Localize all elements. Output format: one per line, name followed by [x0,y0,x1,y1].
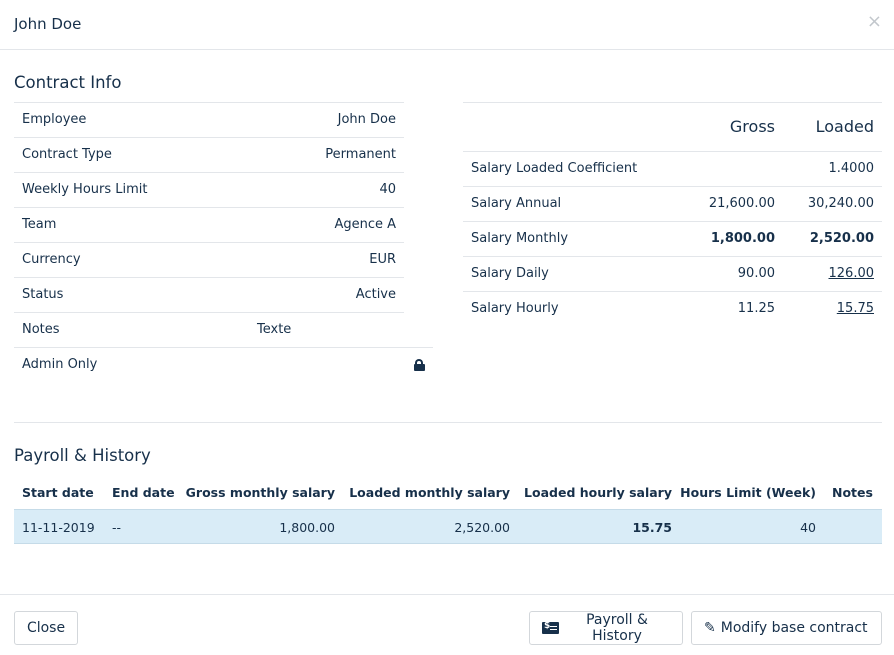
column-header-gross: Gross [729,117,775,136]
salary-row-annual: Salary Annual 21,600.00 30,240.00 [463,187,882,222]
cell-loaded-hourly: 15.75 [632,520,672,535]
info-row-admin-only: Admin Only [14,347,433,382]
info-row-status: Status Active [14,277,404,312]
unlocked-lock-icon[interactable] [414,359,425,371]
salary-table-header: Gross Loaded [463,103,882,152]
info-label: Employee [22,112,87,127]
info-row-weekly-hours: Weekly Hours Limit 40 [14,172,404,207]
salary-label: Salary Hourly [471,301,559,316]
cell-start-date: 11-11-2019 [22,520,95,535]
salary-gross: 21,600.00 [708,196,775,211]
payroll-history-button-label: Payroll & History [586,612,648,644]
table-row[interactable]: 11-11-2019 -- 1,800.00 2,520.00 15.75 40 [14,509,882,544]
salary-row-coefficient: Salary Loaded Coefficient 1.4000 [463,152,882,187]
salary-gross: 1,800.00 [710,231,775,246]
pencil-icon: ✎ [704,620,716,636]
salary-gross: 90.00 [737,266,775,281]
column-header-hours-limit: Hours Limit (Week) [680,485,816,500]
modify-base-contract-button-label: Modify base contract [720,620,868,636]
contract-info-table: Employee John Doe Contract Type Permanen… [14,102,433,382]
salary-row-hourly: Salary Hourly 11.25 15.75 [463,292,882,327]
info-label: Notes [22,322,60,337]
info-label: Currency [22,252,81,267]
modal-footer: Close Payroll & History ✎ Modify base co… [0,594,894,655]
close-button-label: Close [26,620,66,636]
salary-gross: 11.25 [737,301,775,316]
info-value: Agence A [334,217,396,232]
payroll-table: Start date End date Gross monthly salary… [14,476,882,544]
salary-loaded: 2,520.00 [809,231,874,246]
column-header-start-date: Start date [22,485,94,500]
info-value: Permanent [325,147,396,162]
salary-label: Salary Loaded Coefficient [471,161,638,176]
salary-row-daily: Salary Daily 90.00 126.00 [463,257,882,292]
column-header-loaded-hourly: Loaded hourly salary [524,485,672,500]
salary-loaded-link[interactable]: 15.75 [837,301,874,316]
info-row-notes: Notes Texte [14,312,404,347]
section-divider [14,422,882,423]
modify-base-contract-button[interactable]: ✎ Modify base contract [691,611,882,645]
payroll-history-button[interactable]: Payroll & History [529,611,683,645]
info-value: EUR [369,252,396,267]
info-value: 40 [379,182,396,197]
column-header-notes: Notes [832,485,873,500]
info-row-contract-type: Contract Type Permanent [14,137,404,172]
salary-table: Gross Loaded Salary Loaded Coefficient 1… [463,102,882,327]
modal-header: John Doe × [0,0,894,50]
modal-title: John Doe [14,15,82,33]
salary-loaded-link[interactable]: 126.00 [829,266,875,281]
salary-row-monthly: Salary Monthly 1,800.00 2,520.00 [463,222,882,257]
close-button[interactable]: Close [14,611,78,645]
payroll-history-title: Payroll & History [14,446,151,465]
info-value: Texte [257,322,292,337]
column-header-end-date: End date [112,485,175,500]
cell-gross-monthly: 1,800.00 [279,520,335,535]
salary-label: Salary Monthly [471,231,569,246]
column-header-loaded: Loaded [815,117,874,136]
info-label: Status [22,287,64,302]
info-value: Active [355,287,396,302]
salary-loaded: 30,240.00 [807,196,874,211]
info-label: Team [22,217,57,232]
cell-hours-limit: 40 [800,520,816,535]
info-row-currency: Currency EUR [14,242,404,277]
close-icon[interactable]: × [867,13,882,31]
column-header-loaded-monthly: Loaded monthly salary [349,485,510,500]
cell-end-date: -- [112,520,122,535]
salary-loaded: 1.4000 [828,161,875,176]
contract-info-title: Contract Info [14,73,122,92]
salary-label: Salary Annual [471,196,562,211]
cell-loaded-monthly: 2,520.00 [454,520,510,535]
info-value: John Doe [337,112,396,127]
info-row-team: Team Agence A [14,207,404,242]
payroll-table-header: Start date End date Gross monthly salary… [14,476,882,509]
info-label: Contract Type [22,147,112,162]
info-row-employee: Employee John Doe [14,102,404,137]
info-label: Admin Only [22,357,98,372]
money-bill-icon [542,621,559,634]
column-header-gross-monthly: Gross monthly salary [185,485,335,500]
info-label: Weekly Hours Limit [22,182,148,197]
salary-label: Salary Daily [471,266,549,281]
